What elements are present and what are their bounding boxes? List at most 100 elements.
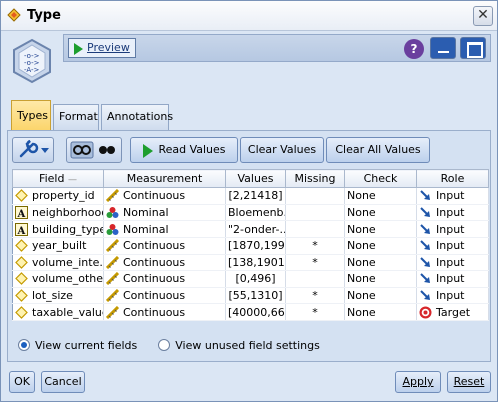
measurement-cell[interactable]: Nominal bbox=[103, 220, 226, 238]
svg-text:-A->: -A-> bbox=[24, 66, 40, 74]
reset-button[interactable]: Reset bbox=[447, 371, 491, 393]
target-icon bbox=[419, 306, 432, 319]
column-header-measurement[interactable]: Measurement bbox=[103, 169, 226, 188]
type-dialog-window: Type ✕ -o-> -o-> -A-> Preview ? Types Fo… bbox=[0, 0, 498, 402]
role-cell[interactable]: Input bbox=[416, 254, 489, 272]
missing-cell[interactable] bbox=[285, 187, 345, 205]
measurement-cell[interactable]: Continuous bbox=[103, 187, 226, 205]
role-value: Input bbox=[436, 239, 465, 253]
values-cell[interactable]: [138,1901] bbox=[225, 254, 286, 272]
tab-format[interactable]: Format bbox=[53, 104, 99, 130]
missing-cell[interactable]: * bbox=[285, 237, 345, 255]
field-cell[interactable]: property_id bbox=[12, 187, 104, 205]
measurement-cell[interactable]: Continuous bbox=[103, 237, 226, 255]
play-icon bbox=[74, 43, 83, 55]
table-row[interactable]: lot_size Continuous [55,1310] * None Input bbox=[12, 287, 489, 305]
values-cell[interactable]: [2,21418] bbox=[225, 187, 286, 205]
field-cell[interactable]: Aneighborhood bbox=[12, 204, 104, 222]
field-cell[interactable]: volume_inte... bbox=[12, 254, 104, 272]
window-title: Type bbox=[27, 8, 61, 23]
table-row[interactable]: volume_other Continuous [0,496] None Input bbox=[12, 270, 489, 288]
check-cell[interactable]: None bbox=[344, 204, 417, 222]
cancel-button[interactable]: Cancel bbox=[41, 371, 85, 393]
measurement-cell[interactable]: Continuous bbox=[103, 287, 226, 305]
tab-annotations[interactable]: Annotations bbox=[101, 104, 173, 130]
values-cell[interactable]: "2-onder-... bbox=[225, 220, 286, 238]
tab-types[interactable]: Types bbox=[11, 100, 51, 130]
title-bar[interactable]: Type ✕ bbox=[1, 1, 497, 31]
field-cell[interactable]: volume_other bbox=[12, 270, 104, 288]
clear-values-button[interactable]: Clear Values bbox=[240, 137, 324, 163]
ruler-icon bbox=[105, 272, 120, 286]
missing-cell[interactable] bbox=[285, 220, 345, 238]
continuous-icon bbox=[15, 255, 28, 269]
role-cell[interactable]: Target bbox=[416, 303, 489, 321]
values-cell[interactable]: [55,1310] bbox=[225, 287, 286, 305]
view-mode-toggle[interactable] bbox=[66, 137, 122, 163]
tools-menu-button[interactable] bbox=[12, 137, 54, 163]
table-row[interactable]: year_built Continuous [1870,1992]*None Inpu… bbox=[12, 237, 489, 255]
apply-label: Apply bbox=[402, 375, 434, 388]
column-header-field[interactable]: Field — bbox=[12, 169, 104, 188]
missing-cell[interactable] bbox=[285, 204, 345, 222]
field-cell[interactable]: lot_size bbox=[12, 287, 104, 305]
measurement-cell[interactable]: Continuous bbox=[103, 270, 226, 288]
measurement-value: Continuous bbox=[123, 255, 186, 269]
ok-button[interactable]: OK bbox=[9, 371, 35, 393]
missing-cell[interactable] bbox=[285, 270, 345, 288]
role-cell[interactable]: Input bbox=[416, 270, 489, 288]
table-row[interactable]: volume_inte... Continuous [138,1901] * None I… bbox=[12, 254, 489, 272]
role-cell[interactable]: Input bbox=[416, 204, 489, 222]
measurement-cell[interactable]: Continuous bbox=[103, 254, 226, 272]
role-cell[interactable]: Input bbox=[416, 237, 489, 255]
check-cell[interactable]: None bbox=[344, 237, 417, 255]
role-cell[interactable]: Input bbox=[416, 287, 489, 305]
measurement-cell[interactable]: Continuous bbox=[103, 303, 226, 321]
field-cell[interactable]: Abuilding_type bbox=[12, 220, 104, 238]
check-cell[interactable]: None bbox=[344, 303, 417, 321]
node-toolbar: Preview ? bbox=[63, 34, 491, 62]
missing-cell[interactable]: * bbox=[285, 287, 345, 305]
values-cell[interactable]: [1870,1992] bbox=[225, 237, 286, 255]
check-cell[interactable]: None bbox=[344, 254, 417, 272]
check-cell[interactable]: None bbox=[344, 220, 417, 238]
link-toggle-icon bbox=[70, 141, 115, 159]
minimize-button[interactable] bbox=[430, 37, 456, 59]
table-row[interactable]: Abuilding_type Nominal "2-onder-... None Inp… bbox=[12, 220, 489, 238]
wrench-icon bbox=[19, 139, 49, 158]
measurement-cell[interactable]: Nominal bbox=[103, 204, 226, 222]
table-row[interactable]: property_id Continuous [2,21418] None Input bbox=[12, 187, 489, 205]
field-cell[interactable]: taxable_value bbox=[12, 303, 104, 321]
maximize-button[interactable] bbox=[460, 37, 486, 59]
missing-cell[interactable]: * bbox=[285, 303, 345, 321]
close-window-button[interactable]: ✕ bbox=[473, 6, 493, 26]
help-button[interactable]: ? bbox=[404, 39, 424, 59]
column-header-role[interactable]: Role bbox=[416, 169, 489, 188]
table-row[interactable]: taxable_value Continuous [40000,66...*None… bbox=[12, 303, 489, 321]
values-cell[interactable]: [40000,66... bbox=[225, 303, 286, 321]
column-header-check[interactable]: Check bbox=[344, 169, 417, 188]
read-values-button[interactable]: Read Values bbox=[130, 137, 238, 163]
view-current-fields-option[interactable]: View current fields bbox=[18, 339, 141, 352]
read-values-label: Read Values bbox=[158, 143, 226, 156]
check-cell[interactable]: None bbox=[344, 187, 417, 205]
check-cell[interactable]: None bbox=[344, 287, 417, 305]
clear-all-values-button[interactable]: Clear All Values bbox=[326, 137, 430, 163]
close-icon: ✕ bbox=[477, 7, 489, 23]
values-cell[interactable]: [0,496] bbox=[225, 270, 286, 288]
preview-button[interactable]: Preview bbox=[68, 38, 136, 58]
values-cell[interactable]: Bloemenb... bbox=[225, 204, 286, 222]
field-cell[interactable]: year_built bbox=[12, 237, 104, 255]
apply-button[interactable]: Apply bbox=[395, 371, 441, 393]
table-row[interactable]: Aneighborhood Nominal Bloemenb... None Input bbox=[12, 204, 489, 222]
view-unused-field-settings-option[interactable]: View unused field settings bbox=[158, 339, 320, 352]
measurement-value: Continuous bbox=[123, 305, 186, 319]
missing-cell[interactable]: * bbox=[285, 254, 345, 272]
role-cell[interactable]: Input bbox=[416, 220, 489, 238]
column-header-values[interactable]: Values bbox=[225, 169, 286, 188]
check-cell[interactable]: None bbox=[344, 270, 417, 288]
role-cell[interactable]: Input bbox=[416, 187, 489, 205]
column-header-missing[interactable]: Missing bbox=[285, 169, 345, 188]
ruler-icon bbox=[105, 255, 120, 269]
nominal-icon bbox=[106, 206, 119, 219]
